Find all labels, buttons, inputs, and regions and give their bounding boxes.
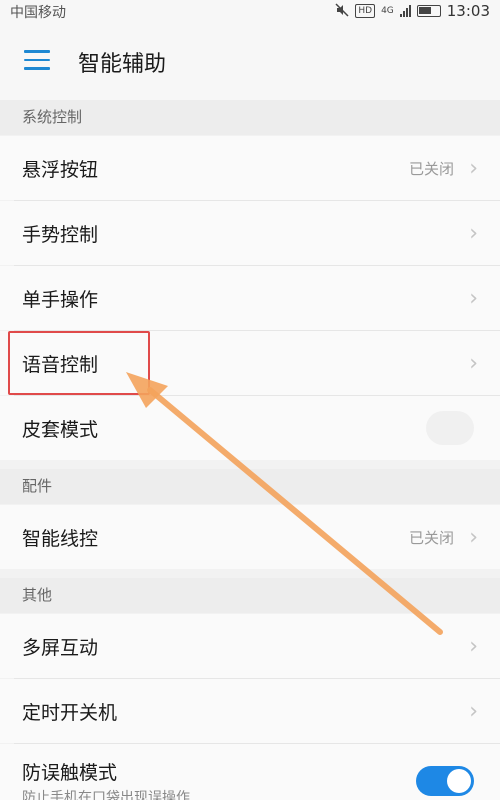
chevron-right-icon: › <box>469 633 478 659</box>
section-header-system: 系统控制 <box>0 100 500 135</box>
row-one-hand[interactable]: 单手操作 › <box>0 266 500 330</box>
status-value: 已关闭 <box>408 528 454 547</box>
row-label: 防误触模式 <box>22 762 118 784</box>
page-title: 智能辅助 <box>78 52 167 77</box>
mistouch-toggle[interactable] <box>416 766 474 796</box>
row-label: 智能线控 <box>22 527 99 550</box>
row-gesture-control[interactable]: 手势控制 › <box>0 201 500 265</box>
status-value: 已关闭 <box>408 159 454 178</box>
menu-icon[interactable] <box>24 50 50 70</box>
row-sublabel: 防止手机在口袋出现误操作 <box>22 790 190 800</box>
mute-icon <box>335 2 349 20</box>
status-bar: 中国移动 HD 4G 13:03 <box>0 0 500 22</box>
chevron-right-icon: › <box>469 350 478 376</box>
chevron-right-icon: › <box>469 524 478 550</box>
row-label: 手势控制 <box>22 223 99 246</box>
hd-icon: HD <box>355 4 376 18</box>
cover-mode-toggle[interactable] <box>426 411 474 445</box>
row-scheduled-power[interactable]: 定时开关机 › <box>0 679 500 743</box>
network-type-icon: 4G <box>381 6 394 16</box>
row-label: 皮套模式 <box>22 418 99 441</box>
chevron-right-icon: › <box>469 698 478 724</box>
section-header-accessories: 配件 <box>0 469 500 504</box>
battery-icon <box>416 5 441 17</box>
status-icons: HD 4G 13:03 <box>335 2 490 20</box>
chevron-right-icon: › <box>469 155 478 181</box>
row-label: 悬浮按钮 <box>22 158 99 181</box>
row-label: 单手操作 <box>22 288 99 311</box>
row-label: 语音控制 <box>22 353 99 376</box>
row-label: 多屏互动 <box>22 636 99 659</box>
row-multi-screen[interactable]: 多屏互动 › <box>0 614 500 678</box>
clock: 13:03 <box>446 2 490 20</box>
row-voice-control[interactable]: 语音控制 › <box>0 331 500 395</box>
row-label: 定时开关机 <box>22 701 118 724</box>
row-floating-button[interactable]: 悬浮按钮 已关闭 › <box>0 136 500 200</box>
row-cover-mode[interactable]: 皮套模式 <box>0 396 500 460</box>
app-header: 智能辅助 <box>0 22 500 100</box>
signal-icon <box>399 5 411 17</box>
chevron-right-icon: › <box>469 220 478 246</box>
chevron-right-icon: › <box>469 285 478 311</box>
section-header-other: 其他 <box>0 578 500 613</box>
carrier-label: 中国移动 <box>10 5 66 21</box>
row-smart-wire[interactable]: 智能线控 已关闭 › <box>0 505 500 569</box>
